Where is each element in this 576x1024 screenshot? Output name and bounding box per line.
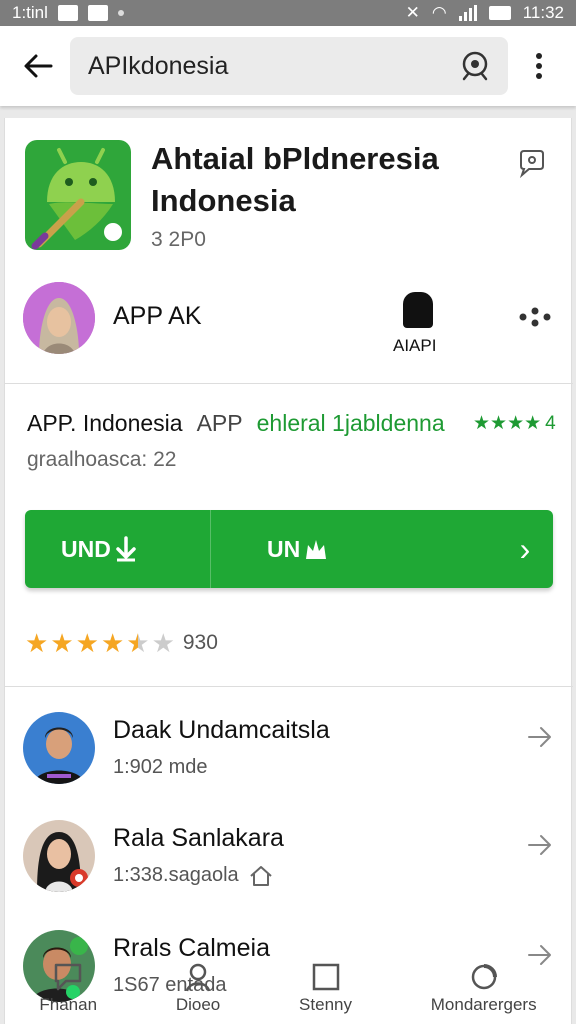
app-subtitle: 3 2P0 <box>151 228 206 251</box>
search-icon[interactable] <box>456 46 496 86</box>
review-meta: 1:338.sagaola <box>113 864 273 887</box>
crown-icon <box>306 540 327 559</box>
star-icon: ★ <box>50 628 74 658</box>
developer-name: APP AK <box>113 302 202 330</box>
nav-item-fhanan[interactable]: Fhanan <box>39 961 97 1015</box>
review-meta-text: 1:902 mde <box>113 756 208 778</box>
android-icon <box>25 140 131 250</box>
nav-label: Mondarergers <box>430 995 537 1014</box>
nav-label: Fhanan <box>39 995 98 1014</box>
nav-item-stenny[interactable]: Stenny <box>299 961 352 1015</box>
info-line: APP. Indonesia APP ehleral 1jabldenna <box>27 410 445 437</box>
circle-icon <box>471 964 497 990</box>
search-input[interactable]: APIkdonesia <box>70 37 508 95</box>
wifi-icon: ◠ <box>431 3 447 22</box>
nav-label: Dioeo <box>175 995 221 1014</box>
dot-icon <box>117 10 124 16</box>
info-meta: graalhoasca: 22 <box>27 448 177 471</box>
search-query: APIkdonesia <box>88 51 229 80</box>
install-button[interactable]: UND UN › <box>25 510 553 588</box>
bottom-nav: Fhanan Dioeo Stenny Mondarergers <box>0 952 576 1024</box>
developer-avatar <box>23 282 95 354</box>
install-mid-segment[interactable]: UN <box>211 510 497 588</box>
arrow-right-icon[interactable] <box>525 830 555 860</box>
info-rating-value: 4 <box>545 412 556 434</box>
developer-link[interactable]: ehleral 1jabldenna <box>257 410 445 437</box>
nav-item-dioeo[interactable]: Dioeo <box>176 961 220 1015</box>
rating-row: ★ ★ ★ ★ ★ ★ 930 <box>25 630 218 656</box>
review-item[interactable]: Daak Undamcaitsla 1:902 mde <box>5 712 573 820</box>
install-left-label: UND <box>61 535 111 562</box>
reviewer-avatar <box>23 820 95 892</box>
arrow-right-icon[interactable] <box>525 722 555 752</box>
nav-label: Stenny <box>299 995 352 1014</box>
device-icon[interactable] <box>403 292 433 328</box>
reviewer-name: Daak Undamcaitsla <box>113 716 330 744</box>
back-arrow-icon[interactable] <box>18 46 58 86</box>
status-time: 11:32 <box>522 3 564 22</box>
notification-icon <box>57 5 78 21</box>
signal-icon <box>458 5 477 21</box>
rating-count: 930 <box>182 631 218 654</box>
divider <box>5 686 573 687</box>
star-icon: ★ <box>100 628 125 658</box>
app-detail-card: Ahtaial bPldneresia Indonesia 3 2P0 APP … <box>4 118 573 1024</box>
review-item[interactable]: Rala Sanlakara 1:338.sagaola <box>5 820 573 928</box>
app-notification-icon <box>87 5 108 21</box>
developer-app-label: AIAPI <box>393 336 437 355</box>
developer-row[interactable]: APP AK AIAPI <box>5 280 573 384</box>
install-mid-label: UN <box>267 535 301 562</box>
toolbar: APIkdonesia <box>0 26 576 106</box>
review-meta-text: 1:338.sagaola <box>113 864 239 886</box>
reviewer-name: Rala Sanlakara <box>113 824 284 852</box>
badge-icon <box>101 220 125 244</box>
info-app-name: APP. Indonesia <box>27 410 183 436</box>
star-icon: ★ <box>25 628 49 658</box>
app-header: Ahtaial bPldneresia Indonesia 3 2P0 <box>5 118 573 278</box>
reviewer-avatar <box>23 712 95 784</box>
app-title: Ahtaial bPldneresia Indonesia <box>151 141 439 218</box>
status-bar: 1:tinl ✕ ◠ 11:32 <box>0 0 576 26</box>
share-icon[interactable] <box>517 302 553 332</box>
info-rating: ★★★★ 4 <box>473 412 556 435</box>
chevron-right-icon[interactable]: › <box>497 510 553 588</box>
square-icon <box>312 963 339 991</box>
info-app-type: APP <box>196 410 243 436</box>
more-options-icon[interactable] <box>524 46 554 86</box>
mute-icon: ✕ <box>405 3 420 22</box>
home-icon <box>250 865 272 886</box>
star-icon: ★ <box>75 628 99 658</box>
half-star-icon: ★ <box>126 628 150 658</box>
info-stars: ★★★★ <box>473 413 542 434</box>
download-icon <box>116 536 136 562</box>
empty-star-icon: ★ <box>151 628 175 658</box>
review-meta: 1:902 mde <box>113 756 208 779</box>
install-left-segment[interactable]: UND <box>25 510 211 588</box>
chat-icon <box>54 963 82 991</box>
nav-item-mondarergers[interactable]: Mondarergers <box>431 961 537 1015</box>
person-icon <box>185 963 211 992</box>
battery-icon <box>488 6 511 20</box>
app-info-row: APP. Indonesia APP ehleral 1jabldenna ★★… <box>5 384 573 504</box>
comment-icon[interactable] <box>515 146 549 180</box>
status-left-text: 1:tinl <box>12 3 48 22</box>
